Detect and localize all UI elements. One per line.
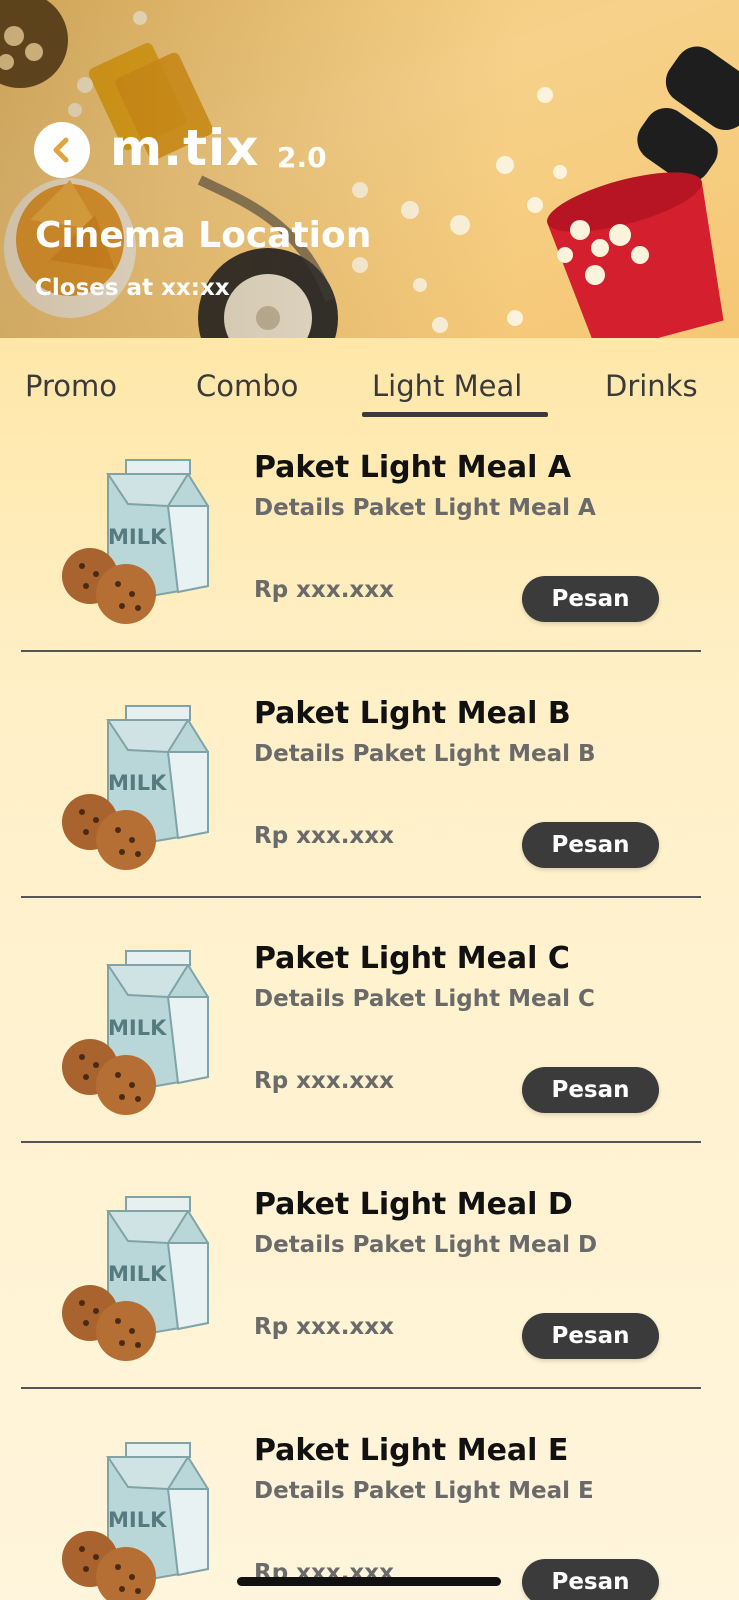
order-button[interactable]: Pesan (522, 822, 659, 868)
svg-text:MILK: MILK (108, 1508, 167, 1532)
tab-combo[interactable]: Combo (196, 366, 298, 406)
tab-light-meal[interactable]: Light Meal (372, 366, 522, 406)
divider (21, 896, 701, 898)
item-price: Rp xxx.xxx (254, 1314, 394, 1340)
milk-cookies-image: MILK (62, 459, 209, 624)
item-price: Rp xxx.xxx (254, 1068, 394, 1094)
item-price: Rp xxx.xxx (254, 577, 394, 603)
app-logo-version: 2.0 (277, 141, 327, 174)
list-item[interactable]: MILK Paket Light Meal A Details Paket Li… (0, 440, 739, 686)
item-name: Paket Light Meal A (254, 450, 572, 485)
milk-cookies-image: MILK (62, 1442, 209, 1600)
divider (21, 650, 701, 652)
list-item[interactable]: MILK Paket Light Meal B Details Paket Li… (0, 686, 739, 932)
order-button[interactable]: Pesan (522, 1559, 659, 1600)
active-tab-indicator (362, 412, 548, 417)
tab-drinks[interactable]: Drinks (605, 366, 698, 406)
order-button[interactable]: Pesan (522, 576, 659, 622)
item-name: Paket Light Meal C (254, 941, 570, 976)
milk-cookies-image: MILK (62, 1196, 209, 1361)
list-item[interactable]: MILK Paket Light Meal E Details Paket Li… (0, 1423, 739, 1600)
svg-text:MILK: MILK (108, 1262, 167, 1286)
divider (21, 1141, 701, 1143)
home-indicator[interactable] (237, 1577, 501, 1586)
list-item[interactable]: MILK Paket Light Meal D Details Paket Li… (0, 1177, 739, 1423)
milk-cookies-image: MILK (62, 705, 209, 870)
category-tabs: Promo Combo Light Meal Drinks (0, 360, 739, 420)
order-button[interactable]: Pesan (522, 1067, 659, 1113)
item-detail: Details Paket Light Meal D (254, 1232, 598, 1258)
list-item[interactable]: MILK Paket Light Meal C Details Paket Li… (0, 931, 739, 1177)
divider (21, 1387, 701, 1389)
cinema-location-title: Cinema Location (35, 215, 372, 256)
item-price: Rp xxx.xxx (254, 823, 394, 849)
milk-cookies-image: MILK (62, 950, 209, 1115)
back-button[interactable] (34, 122, 90, 178)
svg-text:MILK: MILK (108, 1016, 167, 1040)
order-button[interactable]: Pesan (522, 1313, 659, 1359)
item-detail: Details Paket Light Meal E (254, 1478, 594, 1504)
svg-text:MILK: MILK (108, 525, 167, 549)
closing-time: Closes at xx:xx (35, 275, 230, 301)
app-logo: m.tix (110, 119, 260, 177)
item-detail: Details Paket Light Meal B (254, 741, 596, 767)
item-name: Paket Light Meal B (254, 696, 571, 731)
item-detail: Details Paket Light Meal C (254, 986, 595, 1012)
tab-promo[interactable]: Promo (25, 366, 117, 406)
item-detail: Details Paket Light Meal A (254, 495, 596, 521)
item-name: Paket Light Meal D (254, 1187, 573, 1222)
item-name: Paket Light Meal E (254, 1433, 569, 1468)
header-banner: m.tix 2.0 Cinema Location Closes at xx:x… (0, 0, 739, 338)
svg-text:MILK: MILK (108, 771, 167, 795)
chevron-left-icon (53, 137, 69, 163)
